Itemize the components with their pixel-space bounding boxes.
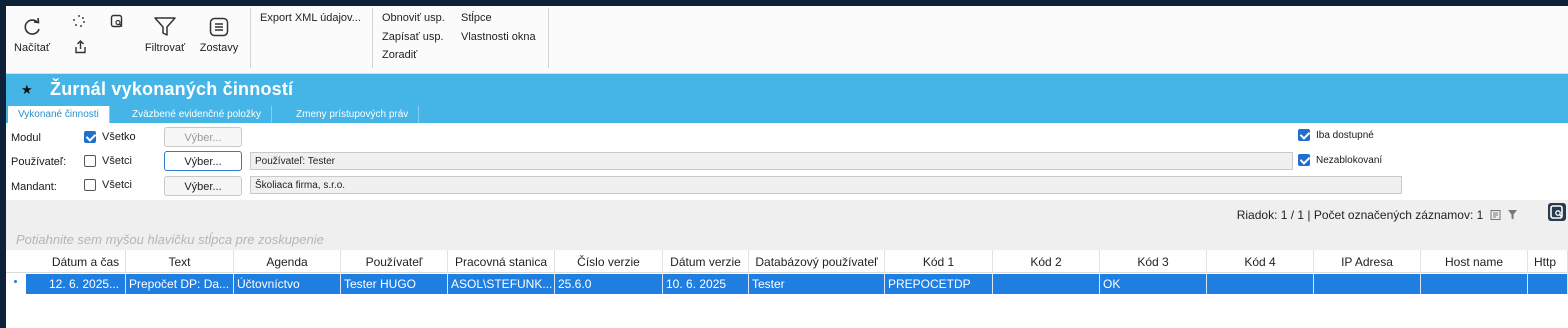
user-label: Používateľ: (11, 156, 67, 168)
column-header-kod-4[interactable]: Kód 4 (1207, 250, 1314, 273)
filter-icon[interactable] (1507, 209, 1518, 221)
column-header-datum-a-cas[interactable]: Dátum a čas (46, 250, 126, 273)
save-settings-button[interactable]: Zapísať usp. (382, 31, 444, 43)
module-select-button[interactable]: Výber... (164, 127, 242, 147)
column-chooser-icon[interactable] (1490, 209, 1502, 221)
cell-kod-4[interactable] (1207, 274, 1314, 294)
current-row-indicator (14, 280, 17, 283)
user-value-field[interactable]: Používateľ: Tester (250, 152, 1293, 170)
column-header-databazovy-pouzivatel[interactable]: Databázový používateľ (749, 250, 885, 273)
cell-http[interactable] (1528, 274, 1568, 294)
ribbon-toolbar: Načítať Filtrovať Zostavy Export XML úda… (6, 6, 1568, 74)
cell-pouzivatel[interactable]: Tester HUGO (341, 274, 448, 294)
mandant-value-field[interactable]: Školiaca firma, s.r.o. (250, 176, 1402, 194)
tab-vykonane-cinnosti[interactable]: Vykonané činnosti (8, 106, 110, 123)
export-xml-button[interactable]: Export XML údajov... (260, 12, 361, 24)
column-header-agenda[interactable]: Agenda (234, 250, 341, 273)
cell-kod-3[interactable]: OK (1100, 274, 1207, 294)
module-all-checkbox[interactable] (84, 131, 96, 143)
page-title: Žurnál vykonaných činností (50, 79, 294, 99)
cell-ip-adresa[interactable] (1314, 274, 1421, 294)
filter-panel: Modul Všetko Výber... Používateľ: Všetci… (6, 123, 1568, 200)
sort-button[interactable]: Zoradiť (382, 49, 417, 61)
load-button[interactable]: Načítať (10, 16, 54, 54)
tab-zmeny-pristupovych-prav[interactable]: Zmeny prístupových práv (286, 106, 420, 123)
refresh-icon (24, 17, 40, 35)
tab-strip: Vykonané činnosti Zväzbené evidenčné pol… (6, 106, 1568, 123)
module-label: Modul (11, 132, 41, 144)
column-header-kod-1[interactable]: Kód 1 (885, 250, 993, 273)
loading-spinner-icon[interactable] (72, 14, 86, 28)
unblocked-checkbox[interactable] (1298, 154, 1310, 166)
window-title-bar: ★ Žurnál vykonaných činností (6, 74, 1568, 106)
filter-button[interactable]: Filtrovať (140, 16, 190, 54)
grid-status-area: Riadok: 1 / 1 | Počet označených záznamo… (6, 200, 1568, 250)
user-select-button[interactable]: Výber... (164, 151, 242, 171)
cell-agenda[interactable]: Účtovníctvo (234, 274, 341, 294)
column-header-datum-verzie[interactable]: Dátum verzie (663, 250, 749, 273)
table-row[interactable]: 12. 6. 2025... Prepočet DP: Da... Účtovn… (26, 274, 1568, 294)
ribbon-separator (372, 8, 373, 68)
preview-icon (1550, 205, 1563, 219)
column-header-kod-2[interactable]: Kód 2 (993, 250, 1100, 273)
user-all-label: Všetci (102, 155, 132, 167)
favorite-star-icon[interactable]: ★ (21, 82, 33, 98)
module-all-label: Všetko (102, 131, 136, 143)
only-available-label: Iba dostupné (1316, 130, 1374, 141)
mandant-select-button[interactable]: Výber... (164, 176, 242, 196)
user-all-checkbox[interactable] (84, 155, 96, 167)
column-header-http[interactable]: Http (1528, 250, 1568, 273)
row-count-text: Riadok: 1 / 1 | Počet označených záznamo… (1236, 208, 1484, 222)
tab-zvazbene-polozky[interactable]: Zväzbené evidenčné položky (122, 106, 272, 123)
mandant-label: Mandant: (11, 181, 57, 193)
cell-kod-1[interactable]: PREPOCETDP (885, 274, 993, 294)
cell-datum-a-cas[interactable]: 12. 6. 2025... (46, 274, 126, 294)
column-header-text[interactable]: Text (126, 250, 234, 273)
only-available-checkbox[interactable] (1298, 129, 1310, 141)
mandant-all-checkbox[interactable] (84, 179, 96, 191)
column-header-cislo-verzie[interactable]: Číslo verzie (555, 250, 663, 273)
reports-icon (209, 17, 229, 37)
cell-datum-verzie[interactable]: 10. 6. 2025 (663, 274, 749, 294)
reports-button[interactable]: Zostavy (196, 16, 242, 54)
mandant-all-label: Všetci (102, 179, 132, 191)
ribbon-separator (250, 8, 251, 68)
cell-databazovy-pouzivatel[interactable]: Tester (749, 274, 885, 294)
columns-button[interactable]: Stĺpce (461, 12, 492, 24)
data-grid: Dátum a čas Text Agenda Používateľ Praco… (6, 250, 1568, 328)
grid-header-row: Dátum a čas Text Agenda Používateľ Praco… (6, 250, 1568, 273)
preview-button[interactable] (1548, 203, 1566, 221)
reports-label: Zostavy (199, 42, 239, 54)
column-header-pouzivatel[interactable]: Používateľ (341, 250, 448, 273)
row-count-status: Riadok: 1 / 1 | Počet označených záznamo… (1237, 208, 1518, 222)
window-properties-button[interactable]: Vlastnosti okna (461, 31, 536, 43)
column-header-pracovna-stanica[interactable]: Pracovná stanica (448, 250, 555, 273)
export-icon[interactable] (74, 40, 87, 54)
cell-host-name[interactable] (1421, 274, 1528, 294)
column-header-host-name[interactable]: Host name (1421, 250, 1528, 273)
preview-icon[interactable] (110, 14, 124, 28)
unblocked-label: Nezablokovaní (1316, 155, 1383, 166)
load-label: Načítať (14, 42, 50, 54)
ribbon-separator (548, 8, 549, 68)
column-header-ip-adresa[interactable]: IP Adresa (1314, 250, 1421, 273)
cell-text[interactable]: Prepočet DP: Da... (126, 274, 234, 294)
cell-pracovna-stanica[interactable]: ASOL\STEFUNK... (448, 274, 555, 294)
restore-settings-button[interactable]: Obnoviť usp. (382, 12, 445, 24)
funnel-icon (154, 17, 176, 36)
group-by-hint[interactable]: Potiahnite sem myšou hlavičku stĺpca pre… (16, 232, 324, 247)
cell-cislo-verzie[interactable]: 25.6.0 (555, 274, 663, 294)
column-header-kod-3[interactable]: Kód 3 (1100, 250, 1207, 273)
filter-label: Filtrovať (144, 42, 186, 54)
cell-kod-2[interactable] (993, 274, 1100, 294)
